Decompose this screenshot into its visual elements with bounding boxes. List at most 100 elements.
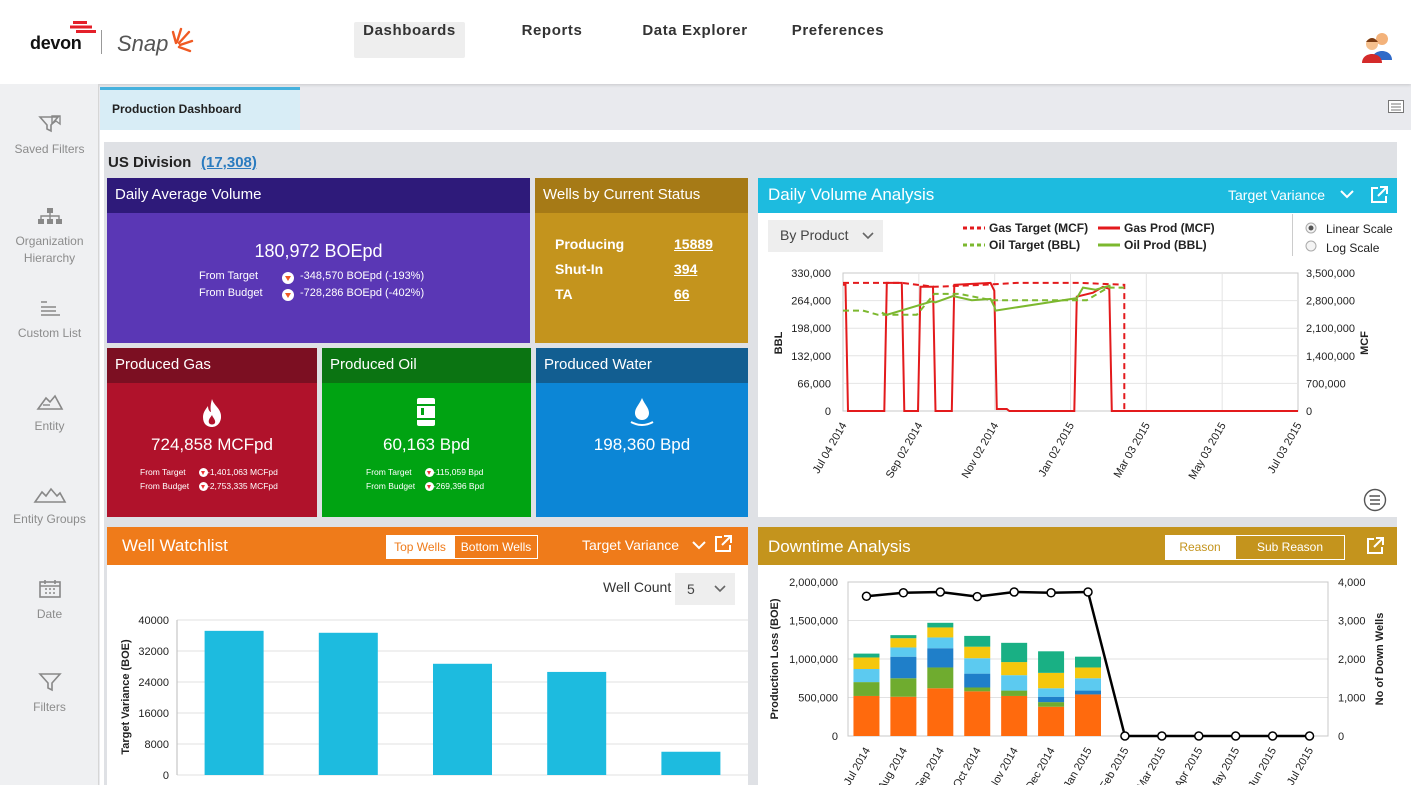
stacked-bar-segment (890, 696, 917, 736)
target-value: -1,401,063 MCFpd (207, 467, 278, 477)
top-wells-button[interactable]: Top Wells (386, 535, 454, 559)
daily-average-value: 180,972 BOEpd (254, 241, 383, 261)
status-shutin-label: Shut-In (555, 261, 604, 277)
x-tick-label: Mar 03 2015 (1112, 421, 1153, 480)
x-tick-label: Jan 02 2015 (1036, 421, 1077, 479)
tile-title: Produced Gas (107, 348, 317, 383)
produced-oil-tile: Produced Oil 60,163 Bpd From Target -115… (322, 348, 531, 517)
legend-label: Oil Target (BBL) (989, 238, 1080, 252)
budget-label: From Budget (140, 481, 190, 491)
nav-reports[interactable]: Reports (507, 22, 597, 58)
reason-button[interactable]: Reason (1165, 535, 1235, 560)
x-tick-label: May 03 2015 (1187, 420, 1229, 481)
stacked-bar-segment (1001, 642, 1028, 663)
budget-label: From Budget (366, 481, 416, 491)
stacked-bar-segment (1038, 651, 1065, 673)
budget-value: -2,753,335 MCFpd (207, 481, 278, 491)
expand-icon[interactable] (713, 534, 733, 554)
variance-dropdown[interactable]: Target Variance (1228, 187, 1325, 203)
app-logo: Snap (117, 31, 169, 56)
stacked-bar-segment (1038, 696, 1065, 703)
x-tick-label: Jul 2015 (1285, 746, 1316, 785)
panel-title: Daily Volume Analysis (768, 185, 935, 204)
sidebar-item-filters[interactable]: Filters (0, 672, 99, 714)
bar (433, 663, 492, 775)
stacked-bar-segment (1075, 678, 1101, 691)
volume-line-chart: 0 66,000 132,000 198,000 264,000 330,000 0 700,… (773, 221, 1371, 482)
stacked-bar-segment (890, 635, 917, 639)
sidebar-item-saved-filters[interactable]: Saved Filters (0, 114, 99, 156)
sidebar-item-custom-list[interactable]: Custom List (0, 300, 99, 340)
gas-value: 724,858 MCFpd (151, 435, 273, 454)
x-tick-label: Aug 2014 (876, 746, 910, 785)
sidebar-item-label: Saved Filters (14, 142, 85, 156)
division-count-link[interactable]: (17,308) (201, 154, 257, 171)
stacked-bar-segment (927, 627, 954, 638)
grid-menu-icon[interactable] (1388, 100, 1404, 113)
y-tick-label: 66,000 (797, 378, 831, 390)
target-value: -115,059 Bpd (433, 467, 484, 477)
y-tick-label: 0 (825, 406, 831, 418)
y-tick-label: 0 (163, 770, 169, 782)
stacked-bar-segment (890, 656, 917, 679)
status-ta-value[interactable]: 66 (674, 286, 690, 302)
nav-data-explorer[interactable]: Data Explorer (631, 22, 759, 58)
stacked-bar-segment (853, 669, 880, 683)
chevron-down-icon[interactable] (692, 541, 706, 550)
status-producing-label: Producing (555, 236, 625, 252)
chevron-down-icon[interactable] (1340, 190, 1354, 199)
budget-value: -269,396 Bpd (433, 481, 485, 491)
wells-status-tile: Wells by Current Status Producing 15889 … (535, 178, 748, 343)
devon-logo-icon (70, 21, 96, 33)
x-tick-label: Nov 2014 (987, 746, 1021, 785)
stacked-bar-segment (927, 688, 954, 736)
downtime-combo-chart: 0 500,000 1,000,000 1,500,000 2,000,000 0 1,00… (769, 577, 1386, 785)
expand-icon[interactable] (1369, 185, 1389, 205)
y2-axis-label: MCF (1359, 331, 1371, 355)
sub-reason-button[interactable]: Sub Reason (1235, 535, 1345, 560)
sidebar-item-date[interactable]: Date (0, 579, 99, 621)
well-count-select[interactable]: 5 (675, 573, 735, 605)
expand-icon[interactable] (1365, 536, 1385, 556)
stacked-bar-segment (964, 658, 991, 674)
sidebar-item-label: Filters (33, 700, 66, 714)
down-wells-point (1083, 587, 1093, 597)
calendar-icon (38, 580, 61, 598)
select-value: 5 (687, 581, 695, 597)
sidebar-item-entity-groups[interactable]: Entity Groups (0, 486, 99, 526)
sidebar-item-label: Entity Groups (13, 512, 86, 526)
stacked-bar-segment (890, 647, 917, 657)
panel-title: Well Watchlist (122, 536, 228, 555)
stacked-bar-segment (927, 637, 954, 649)
status-shutin-value[interactable]: 394 (674, 261, 697, 277)
x-tick-label: Jul 2014 (842, 746, 873, 785)
y2-tick-label: 2,800,000 (1306, 296, 1355, 308)
saved-filters-icon (37, 115, 61, 133)
water-drop-icon (630, 398, 654, 426)
sidebar-item-entity[interactable]: Entity (0, 393, 99, 433)
y-tick-label: 500,000 (798, 693, 838, 705)
y-tick-label: 2,000,000 (789, 577, 838, 589)
sidebar-item-organization-hierarchy[interactable]: Organization Hierarchy (0, 207, 99, 267)
stacked-bar-segment (964, 673, 991, 688)
down-wells-point (1157, 731, 1167, 741)
down-wells-point (1194, 731, 1204, 741)
y2-tick-label: 2,000 (1338, 654, 1366, 666)
status-producing-value[interactable]: 15889 (674, 236, 713, 252)
bottom-wells-button[interactable]: Bottom Wells (454, 535, 538, 559)
nav-dashboards[interactable]: Dashboards (354, 22, 465, 58)
sidebar-item-label: Date (36, 607, 63, 621)
nav-preferences[interactable]: Preferences (782, 22, 894, 58)
x-tick-label: May 2015 (1208, 746, 1243, 785)
tab-production-dashboard[interactable]: Production Dashboard (100, 87, 300, 130)
bar (547, 671, 607, 775)
user-avatar-icon[interactable] (1360, 30, 1394, 64)
stacked-bar-segment (1075, 656, 1101, 668)
variance-dropdown[interactable]: Target Variance (582, 537, 679, 553)
sidebar-item-label: Entity (34, 419, 65, 433)
down-arrow-icon (282, 272, 294, 284)
produced-water-tile: Produced Water 198,360 Bpd (536, 348, 748, 517)
y2-tick-label: 3,500,000 (1306, 268, 1355, 280)
x-tick-label: Jul 03 2015 (1266, 421, 1305, 476)
y-tick-label: 16000 (138, 708, 169, 720)
